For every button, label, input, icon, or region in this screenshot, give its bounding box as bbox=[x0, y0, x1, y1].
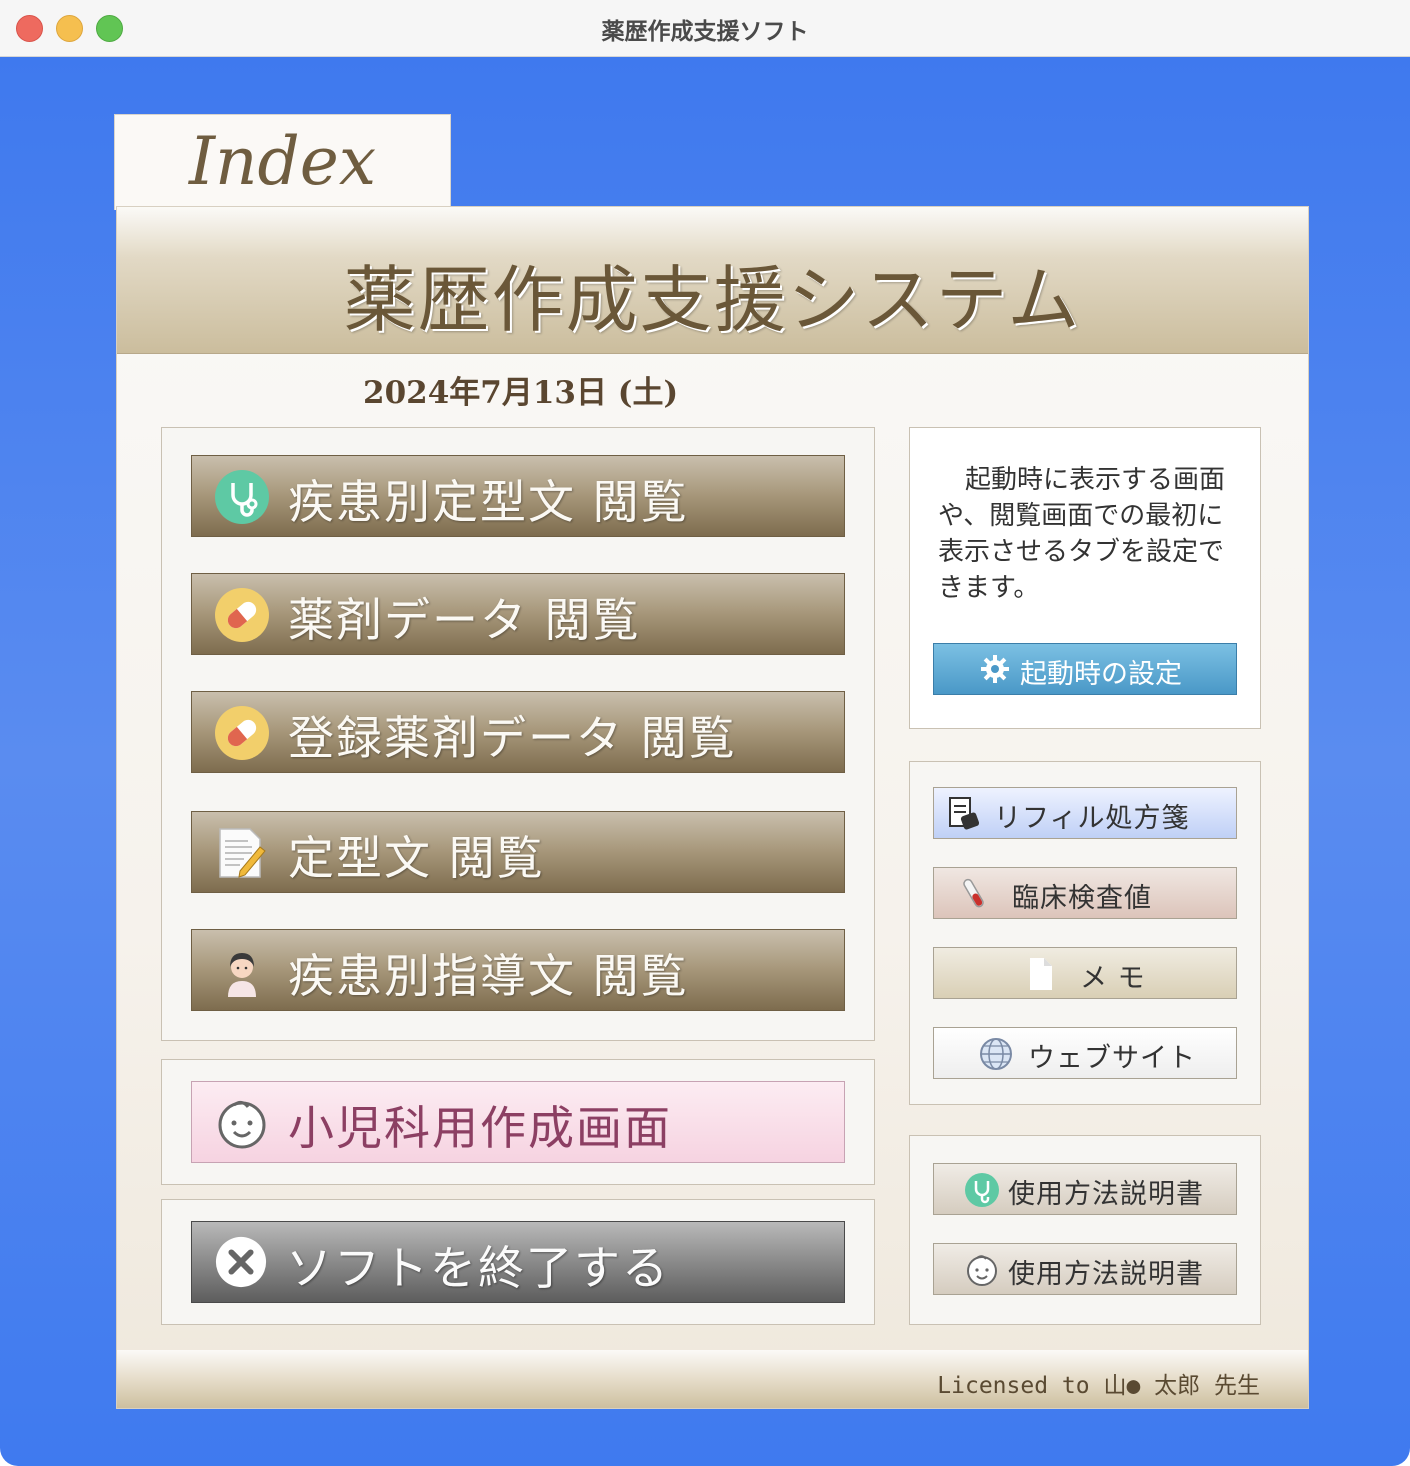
current-date: 2024年7月13日 (土) bbox=[363, 375, 679, 411]
clinical-lab-values-button[interactable]: 臨床検査値 bbox=[933, 867, 1237, 919]
template-browse-button[interactable]: 定型文 閲覧 bbox=[191, 811, 845, 893]
tab-index[interactable]: Index bbox=[114, 114, 451, 210]
exit-group: ソフトを終了する bbox=[161, 1199, 875, 1325]
manual-pediatric-button[interactable]: 使用方法説明書 bbox=[933, 1243, 1237, 1295]
disease-guidance-browse-button[interactable]: 疾患別指導文 閲覧 bbox=[191, 929, 845, 1011]
disease-guidance-browse-label: 疾患別指導文 閲覧 bbox=[288, 949, 689, 1003]
stethoscope-icon bbox=[965, 1173, 999, 1207]
stethoscope-icon bbox=[215, 470, 269, 524]
browse-buttons-group: 疾患別定型文 閲覧 薬剤データ 閲覧 登録薬剤データ 閲覧 定型文 閲覧 疾患別… bbox=[161, 427, 875, 1041]
template-browse-label: 定型文 閲覧 bbox=[288, 831, 545, 885]
website-button[interactable]: ウェブサイト bbox=[933, 1027, 1237, 1079]
website-label: ウェブサイト bbox=[1028, 1043, 1196, 1074]
drug-data-browse-button[interactable]: 薬剤データ 閲覧 bbox=[191, 573, 845, 655]
license-text: Licensed to 山● 太郎 先生 bbox=[937, 1373, 1260, 1399]
window-titlebar: 薬歴作成支援ソフト bbox=[0, 0, 1410, 57]
refill-prescription-button[interactable]: リフィル処方箋 bbox=[933, 787, 1237, 839]
startup-settings-button[interactable]: 起動時の設定 bbox=[933, 643, 1237, 695]
exit-software-button[interactable]: ソフトを終了する bbox=[191, 1221, 845, 1303]
title-banner: 薬歴作成支援システム bbox=[117, 207, 1308, 354]
globe-icon bbox=[980, 1038, 1012, 1070]
index-panel: 薬歴作成支援システム 2024年7月13日 (土) 疾患別定型文 閲覧 薬剤デー… bbox=[116, 206, 1309, 1409]
nurse-icon bbox=[228, 953, 256, 997]
test-tube-icon bbox=[963, 878, 984, 908]
close-circle-icon bbox=[215, 1236, 267, 1288]
baby-face-icon bbox=[218, 1100, 266, 1149]
manual-pediatric-label: 使用方法説明書 bbox=[1008, 1259, 1204, 1290]
drug-data-browse-label: 薬剤データ 閲覧 bbox=[288, 593, 641, 647]
refill-prescription-label: リフィル処方箋 bbox=[994, 803, 1190, 834]
document-icon bbox=[1030, 958, 1052, 990]
clinical-lab-values-label: 臨床検査値 bbox=[1012, 883, 1152, 914]
memo-button[interactable]: メ モ bbox=[933, 947, 1237, 999]
gear-icon bbox=[981, 655, 1009, 683]
footer-bar: Licensed to 山● 太郎 先生 bbox=[117, 1350, 1308, 1408]
disease-template-browse-button[interactable]: 疾患別定型文 閲覧 bbox=[191, 455, 845, 537]
pediatric-screen-button[interactable]: 小児科用作成画面 bbox=[191, 1081, 845, 1163]
tab-index-label: Index bbox=[188, 123, 377, 200]
tools-group: リフィル処方箋 臨床検査値 メ モ ウェブサイト bbox=[909, 761, 1261, 1105]
manual-general-label: 使用方法説明書 bbox=[1008, 1179, 1204, 1210]
prescription-icon bbox=[949, 797, 980, 830]
pediatric-screen-label: 小児科用作成画面 bbox=[288, 1101, 672, 1155]
notepad-icon bbox=[219, 828, 266, 878]
registered-drug-data-browse-button[interactable]: 登録薬剤データ 閲覧 bbox=[191, 691, 845, 773]
system-title: 薬歴作成支援システム bbox=[343, 258, 1082, 342]
disease-template-browse-label: 疾患別定型文 閲覧 bbox=[288, 475, 689, 529]
capsule-icon bbox=[215, 588, 269, 642]
manuals-group: 使用方法説明書 使用方法説明書 bbox=[909, 1135, 1261, 1325]
exit-software-label: ソフトを終了する bbox=[286, 1241, 670, 1295]
pediatric-group: 小児科用作成画面 bbox=[161, 1059, 875, 1185]
baby-face-icon bbox=[967, 1255, 997, 1286]
window-title: 薬歴作成支援ソフト bbox=[601, 19, 809, 45]
registered-drug-data-browse-label: 登録薬剤データ 閲覧 bbox=[288, 711, 737, 765]
manual-general-button[interactable]: 使用方法説明書 bbox=[933, 1163, 1237, 1215]
startup-settings-group: 起動時に表示する画面や、閲覧画面での最初に表示させるタブを設定できます。 起動時… bbox=[909, 427, 1261, 729]
startup-settings-label: 起動時の設定 bbox=[1020, 659, 1182, 690]
startup-settings-description: 起動時に表示する画面や、閲覧画面での最初に表示させるタブを設定できます。 bbox=[938, 465, 1226, 603]
capsule-icon bbox=[215, 706, 269, 760]
memo-label: メ モ bbox=[1080, 963, 1146, 994]
